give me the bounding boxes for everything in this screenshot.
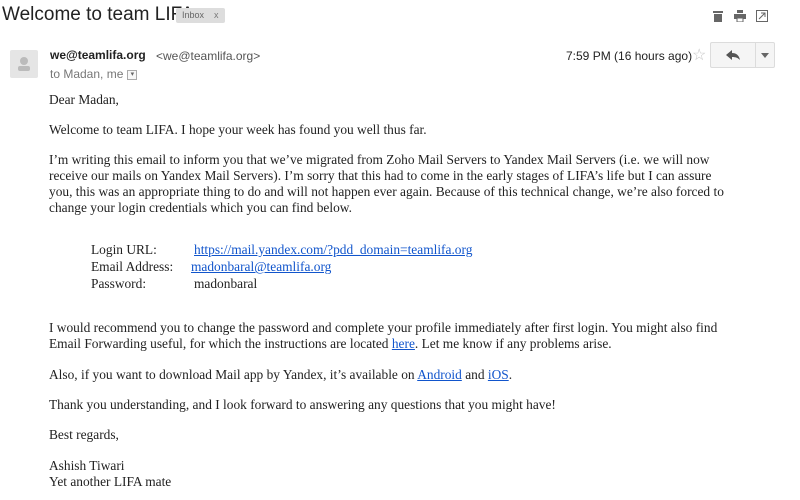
email-link[interactable]: madonbaral@teamlifa.org	[191, 259, 331, 274]
show-details-icon[interactable]: ▾	[127, 69, 138, 80]
sender-name[interactable]: we@teamlifa.org	[50, 48, 146, 62]
password-label: Password:	[91, 276, 147, 291]
inbox-label[interactable]: Inbox x	[176, 8, 225, 23]
login-url-label: Login URL:	[91, 242, 157, 257]
android-link[interactable]: Android	[417, 367, 462, 382]
paragraph-migration-line1: I’m writing this email to inform you tha…	[49, 152, 710, 167]
recommend-text: Email Forwarding useful, for which the i…	[49, 336, 392, 351]
reply-icon	[726, 50, 740, 60]
email-row: Email Address: madonbaral@teamlifa.org	[91, 259, 331, 276]
login-url-row: Login URL: https://mail.yandex.com/?pdd_d…	[91, 242, 472, 259]
greeting: Dear Madan,	[49, 92, 119, 107]
trash-icon[interactable]	[712, 9, 724, 22]
signature-name: Ashish Tiwari	[49, 458, 125, 473]
avatar	[10, 50, 38, 78]
app-text-and: and	[461, 367, 488, 382]
recipients-text: to Madan, me	[50, 67, 124, 81]
recipients: to Madan, me ▾	[50, 67, 138, 81]
chevron-down-icon	[761, 52, 769, 58]
here-link[interactable]: here	[392, 336, 415, 351]
reply-button[interactable]	[710, 42, 756, 68]
ios-link[interactable]: iOS	[488, 367, 509, 382]
message-header: we@teamlifa.org <we@teamlifa.org> to Mad…	[0, 42, 800, 90]
subject-row: Welcome to team LIFA Inbox x	[0, 0, 800, 32]
paragraph-migration-line2: receive our mails on Yandex Mail Servers…	[49, 168, 712, 183]
recommend-text-end: . Let me know if any problems arise.	[414, 336, 612, 351]
reply-group	[710, 42, 775, 68]
thread-actions	[712, 9, 768, 23]
paragraph-app: Also, if you want to download Mail app b…	[49, 367, 769, 384]
password-value: madonbaral	[194, 276, 258, 291]
app-text-end: .	[508, 367, 513, 382]
signature-title: Yet another LIFA mate	[49, 474, 172, 489]
remove-label-button[interactable]: x	[214, 10, 219, 20]
closing: Best regards,	[49, 427, 119, 442]
new-window-icon[interactable]	[756, 9, 768, 22]
paragraph-welcome: Welcome to team LIFA. I hope your week h…	[49, 122, 427, 137]
paragraph-recommend-line1: I would recommend you to change the pass…	[49, 320, 718, 335]
password-row: Password: madonbaral	[91, 276, 257, 293]
paragraph-migration-line4: change your login credentials which you …	[49, 200, 352, 215]
email-label: Email Address:	[91, 259, 174, 274]
timestamp: 7:59 PM (16 hours ago)	[566, 49, 693, 63]
app-text: Also, if you want to download Mail app b…	[49, 367, 418, 382]
paragraph-recommend-line2: Email Forwarding useful, for which the i…	[49, 336, 769, 353]
print-icon[interactable]	[734, 9, 746, 23]
person-icon	[18, 57, 30, 71]
paragraph-thanks: Thank you understanding, and I look forw…	[49, 397, 556, 412]
login-url-link[interactable]: https://mail.yandex.com/?pdd_domain=team…	[194, 242, 472, 257]
star-icon[interactable]: ☆	[692, 45, 706, 65]
paragraph-migration-line3: you, this was an appropriate thing to do…	[49, 184, 724, 199]
more-options-button[interactable]	[756, 42, 775, 68]
sender-email: <we@teamlifa.org>	[156, 49, 261, 63]
label-text: Inbox	[182, 10, 205, 20]
email-subject: Welcome to team LIFA	[2, 4, 194, 25]
